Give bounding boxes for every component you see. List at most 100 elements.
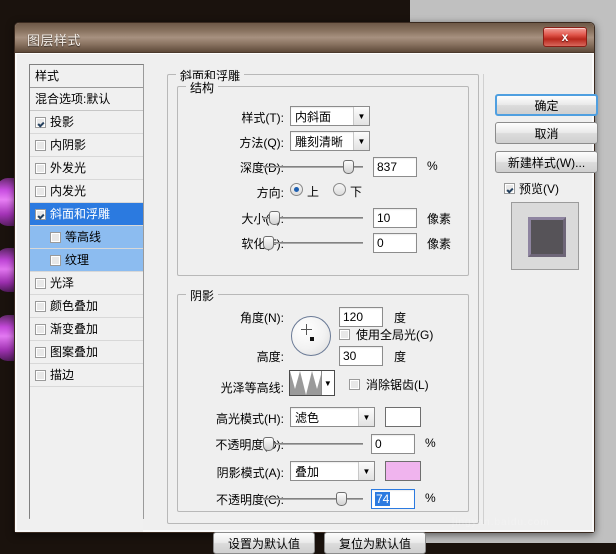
checkbox-icon[interactable] [35,208,46,220]
angle-dial-handle[interactable] [310,337,314,341]
size-slider[interactable] [263,209,363,227]
chevron-down-icon[interactable]: ▼ [320,371,334,395]
use-global-light-label: 使用全局光(G) [356,328,434,342]
direction-up-label: 上 [307,185,320,199]
style-item-color-overlay[interactable]: 颜色叠加 [30,295,143,318]
soften-slider-thumb[interactable] [263,236,274,250]
highlight-mode-combobox[interactable]: 滤色 ▼ [290,407,375,427]
highlight-opacity-slider[interactable] [263,435,363,453]
style-item-inner-shadow[interactable]: 内阴影 [30,134,143,157]
direction-down-radio[interactable] [333,183,346,196]
contour-curve-icon [290,371,321,395]
soften-unit: 像素 [427,237,452,251]
gloss-contour-picker[interactable]: ▼ [289,370,335,396]
shadow-color-swatch[interactable] [385,461,421,481]
shadow-opacity-value: 74 [375,492,391,506]
chevron-down-icon: ▼ [358,408,374,426]
altitude-input[interactable]: 30 [339,346,383,366]
preview-checkbox-row[interactable]: 预览(V) [504,180,559,197]
checkbox-icon[interactable] [35,277,46,289]
gloss-contour-label: 光泽等高线: [220,381,284,395]
depth-input[interactable]: 837 [373,157,417,177]
checkbox-icon[interactable] [35,300,46,312]
direction-up-radio[interactable] [290,183,303,196]
chevron-down-icon: ▼ [353,132,369,150]
style-item-label: 内阴影 [50,137,87,152]
style-label: 样式(T): [241,111,284,125]
ok-button[interactable]: 确定 [495,94,598,116]
use-global-light-checkbox[interactable] [339,329,350,340]
size-input[interactable]: 10 [373,208,417,228]
chevron-down-icon: ▼ [358,462,374,480]
style-item-label: 内发光 [50,183,87,198]
shadow-opacity-input[interactable]: 74 [371,489,415,509]
highlight-opacity-input[interactable]: 0 [371,434,415,454]
angle-dial[interactable] [291,316,331,356]
style-item-label: 光泽 [50,275,75,290]
structure-legend: 结构 [186,79,219,96]
style-item-pattern-overlay[interactable]: 图案叠加 [30,341,143,364]
style-item-outer-glow[interactable]: 外发光 [30,157,143,180]
dialog-body: 样式 混合选项:默认 投影 内阴影 外发光 内发光 斜面和浮雕 等高线 纹理 光… [15,53,598,554]
cancel-button[interactable]: 取消 [495,122,598,144]
reset-default-button[interactable]: 复位为默认值 [324,532,426,554]
dialog-title: 图层样式 [27,33,82,48]
size-slider-thumb[interactable] [269,211,280,225]
checkbox-icon[interactable] [35,185,46,197]
style-item-label: 图案叠加 [50,344,99,359]
soften-input[interactable]: 0 [373,233,417,253]
style-item-label: 纹理 [65,252,90,267]
shadow-opacity-slider[interactable] [263,490,363,508]
preview-label: 预览(V) [519,182,559,196]
checkbox-icon[interactable] [35,116,46,128]
style-item-inner-glow[interactable]: 内发光 [30,180,143,203]
style-item-drop-shadow[interactable]: 投影 [30,111,143,134]
antialias-checkbox[interactable] [349,379,360,390]
style-combobox[interactable]: 内斜面 ▼ [290,106,370,126]
highlight-mode-value: 滤色 [295,410,320,425]
style-item-label: 颜色叠加 [50,298,99,313]
checkbox-icon[interactable] [35,162,46,174]
style-item-bevel-emboss[interactable]: 斜面和浮雕 [30,203,143,226]
blending-options-item[interactable]: 混合选项:默认 [30,88,143,111]
checkbox-icon[interactable] [50,231,61,243]
size-unit: 像素 [427,212,452,226]
checkbox-icon[interactable] [35,369,46,381]
highlight-opacity-track [263,443,363,445]
altitude-label: 高度: [256,350,284,364]
set-default-button[interactable]: 设置为默认值 [213,532,315,554]
depth-slider-thumb[interactable] [343,160,354,174]
angle-unit: 度 [394,311,407,325]
new-style-button[interactable]: 新建样式(W)... [495,151,598,173]
style-item-stroke[interactable]: 描边 [30,364,143,387]
close-button[interactable]: x [543,27,587,47]
direction-down-label: 下 [350,185,363,199]
style-item-contour[interactable]: 等高线 [30,226,143,249]
shadow-opacity-thumb[interactable] [336,492,347,506]
checkbox-icon[interactable] [35,139,46,151]
shadow-mode-combobox[interactable]: 叠加 ▼ [290,461,375,481]
style-item-label: 斜面和浮雕 [50,206,111,221]
style-item-texture[interactable]: 纹理 [30,249,143,272]
angle-input[interactable]: 120 [339,307,383,327]
dialog-titlebar[interactable]: 图层样式 x [15,23,594,53]
close-icon: x [561,30,569,44]
style-item-label: 投影 [50,114,75,129]
soften-slider[interactable] [263,234,363,252]
style-item-satin[interactable]: 光泽 [30,272,143,295]
preview-checkbox[interactable] [504,183,515,194]
checkbox-icon[interactable] [50,254,61,266]
styles-list-empty-area [30,387,143,532]
chevron-down-icon: ▼ [353,107,369,125]
highlight-color-swatch[interactable] [385,407,421,427]
shadow-mode-value: 叠加 [295,464,320,479]
checkbox-icon[interactable] [35,323,46,335]
checkbox-icon[interactable] [35,346,46,358]
crosshair-icon [301,324,312,335]
technique-combobox[interactable]: 雕刻清晰 ▼ [290,131,370,151]
highlight-opacity-thumb[interactable] [263,437,274,451]
panel-divider [483,74,484,524]
style-item-gradient-overlay[interactable]: 渐变叠加 [30,318,143,341]
depth-slider[interactable] [263,158,363,176]
shadow-opacity-unit: % [425,491,436,505]
